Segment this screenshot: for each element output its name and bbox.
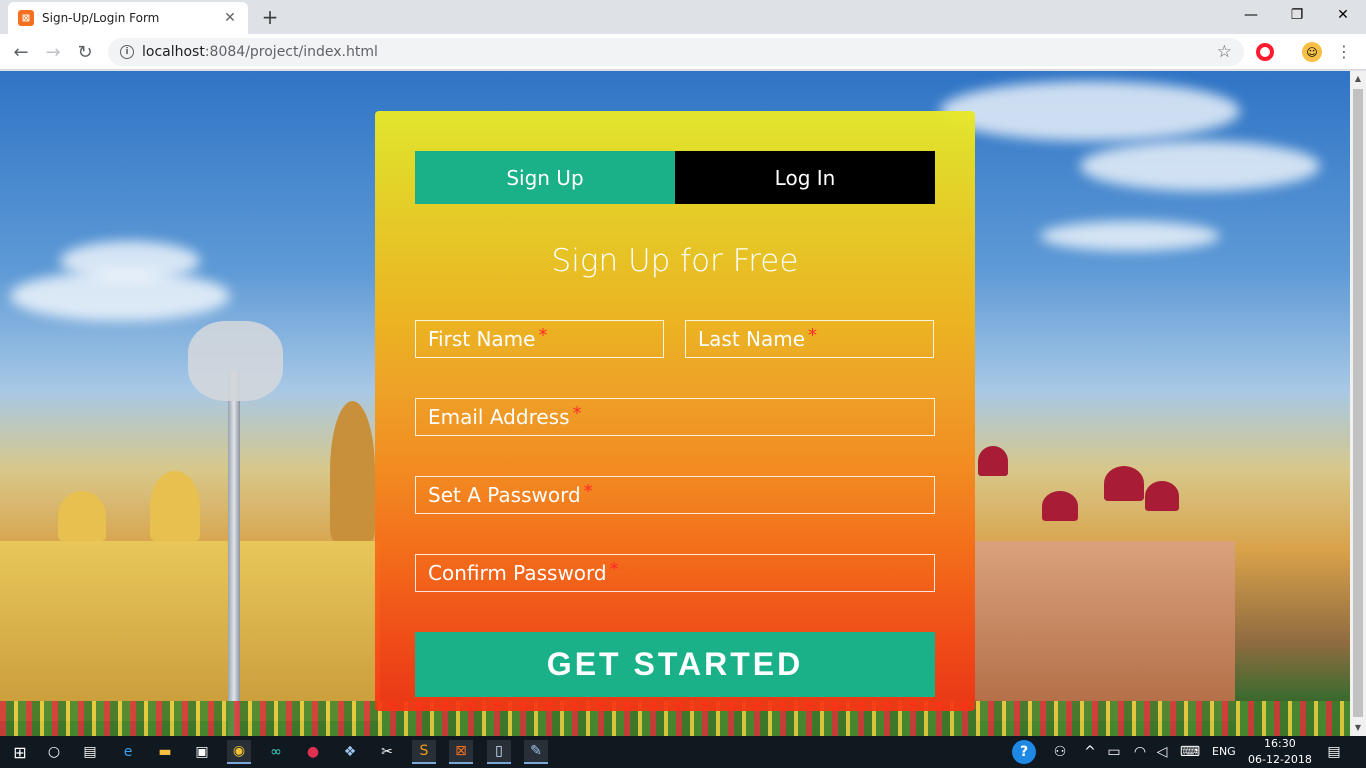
palace-right-background	[975, 541, 1235, 721]
browser-tab[interactable]: ⊠ Sign-Up/Login Form ✕	[8, 2, 248, 34]
page-scrollbar[interactable]: ▲ ▼	[1350, 71, 1366, 736]
form-tab-bar: Sign Up Log In	[415, 151, 935, 204]
opera-extension-icon[interactable]	[1256, 43, 1274, 61]
notepad-icon[interactable]: ▯	[487, 740, 511, 764]
arduino-icon[interactable]: ∞	[264, 740, 288, 764]
tab-title: Sign-Up/Login Form	[42, 11, 160, 25]
dome-decoration	[1042, 491, 1078, 521]
scroll-down-icon[interactable]: ▼	[1350, 720, 1366, 736]
dome-decoration	[978, 446, 1008, 476]
first-name-placeholder: First Name	[428, 327, 536, 351]
paint-icon[interactable]: ✎	[524, 740, 548, 764]
browser-toolbar: ← → ↻ i localhost:8084/project/index.htm…	[0, 34, 1366, 70]
lamp-head-decoration	[188, 321, 283, 401]
dome-decoration	[58, 491, 106, 541]
required-mark: *	[572, 402, 582, 424]
password-field[interactable]: Set A Password *	[415, 476, 935, 514]
dome-decoration	[1104, 466, 1144, 501]
required-mark: *	[583, 480, 593, 502]
confirm-password-field[interactable]: Confirm Password *	[415, 554, 935, 592]
minimize-icon[interactable]: —	[1228, 0, 1274, 30]
tab-signup[interactable]: Sign Up	[415, 151, 675, 204]
browser-tabstrip: ⊠ Sign-Up/Login Form ✕ + — ❐ ✕	[0, 0, 1366, 34]
clock-date[interactable]: 06-12-2018	[1248, 753, 1312, 766]
browser-menu-icon[interactable]: ⋮	[1334, 40, 1354, 64]
tray-chevron-up-icon[interactable]: ^	[1078, 740, 1102, 764]
help-icon[interactable]: ?	[1012, 740, 1036, 764]
dome-decoration	[1145, 481, 1179, 511]
page-viewport: Sign Up Log In Sign Up for Free First Na…	[0, 71, 1350, 736]
close-window-icon[interactable]: ✕	[1320, 0, 1366, 30]
sublime-icon[interactable]: S	[412, 740, 436, 764]
action-center-icon[interactable]: ▤	[1322, 740, 1346, 764]
required-mark: *	[808, 324, 818, 346]
recorder-icon[interactable]: ●	[301, 740, 325, 764]
url-host: localhost	[142, 44, 205, 60]
required-mark: *	[538, 324, 548, 346]
battery-icon[interactable]: ▭	[1102, 740, 1126, 764]
chrome-icon[interactable]: ◉	[227, 740, 251, 764]
lamp-post-decoration	[228, 371, 240, 736]
file-explorer-icon[interactable]: ▬	[153, 740, 177, 764]
bookmark-star-icon[interactable]: ☆	[1217, 42, 1232, 62]
required-mark: *	[609, 558, 619, 580]
scrollbar-thumb[interactable]	[1353, 89, 1363, 717]
back-arrow-icon[interactable]: ←	[8, 39, 34, 65]
keyboard-icon[interactable]: ⌨	[1178, 740, 1202, 764]
scroll-up-icon[interactable]: ▲	[1350, 71, 1366, 87]
tower-decoration	[330, 401, 375, 541]
info-icon[interactable]: i	[120, 45, 134, 59]
wifi-icon[interactable]: ◠	[1128, 740, 1152, 764]
xampp-favicon-icon: ⊠	[18, 10, 34, 26]
last-name-placeholder: Last Name	[698, 327, 806, 351]
people-icon[interactable]: ⚇	[1048, 740, 1072, 764]
signup-form-card: Sign Up Log In Sign Up for Free First Na…	[375, 111, 975, 711]
windows-start-icon[interactable]: ⊞	[8, 740, 32, 764]
url-path: :8084/project/index.html	[204, 44, 378, 60]
reload-icon[interactable]: ↻	[72, 39, 98, 65]
form-title: Sign Up for Free	[551, 243, 799, 279]
volume-icon[interactable]: ◁	[1150, 740, 1174, 764]
get-started-button[interactable]: GET STARTED	[415, 632, 935, 697]
forward-arrow-icon[interactable]: →	[40, 39, 66, 65]
language-indicator[interactable]: ENG	[1212, 745, 1236, 758]
profile-avatar-icon[interactable]: ☺	[1302, 42, 1322, 62]
restore-icon[interactable]: ❐	[1274, 0, 1320, 30]
close-tab-icon[interactable]: ✕	[222, 10, 238, 26]
windows-taskbar: ⊞ ○ ▤ e ▬ ▣ ◉ ∞ ● ❖ ✂ S ⊠ ▯ ✎ ? ⚇ ^ ▭ ◠ …	[0, 736, 1366, 768]
dome-decoration	[150, 471, 200, 541]
last-name-field[interactable]: Last Name *	[685, 320, 934, 358]
search-circle-icon[interactable]: ○	[42, 740, 66, 764]
cloud-decoration	[60, 241, 200, 281]
task-view-icon[interactable]: ▤	[78, 740, 102, 764]
confirm-password-placeholder: Confirm Password	[428, 561, 607, 585]
new-tab-icon[interactable]: +	[258, 5, 282, 29]
tools-icon[interactable]: ✂	[375, 740, 399, 764]
password-placeholder: Set A Password	[428, 483, 581, 507]
palace-left-background	[0, 541, 380, 721]
email-field[interactable]: Email Address *	[415, 398, 935, 436]
edge-icon[interactable]: e	[116, 740, 140, 764]
dropbox-icon[interactable]: ❖	[338, 740, 362, 764]
cloud-decoration	[1040, 221, 1220, 251]
store-icon[interactable]: ▣	[190, 740, 214, 764]
address-bar[interactable]: i localhost:8084/project/index.html ☆	[108, 38, 1244, 66]
first-name-field[interactable]: First Name *	[415, 320, 664, 358]
cloud-decoration	[940, 81, 1240, 141]
clock-time[interactable]: 16:30	[1264, 737, 1296, 750]
email-placeholder: Email Address	[428, 405, 570, 429]
tab-login[interactable]: Log In	[675, 151, 935, 204]
xampp-icon[interactable]: ⊠	[449, 740, 473, 764]
cloud-decoration	[1080, 141, 1320, 191]
